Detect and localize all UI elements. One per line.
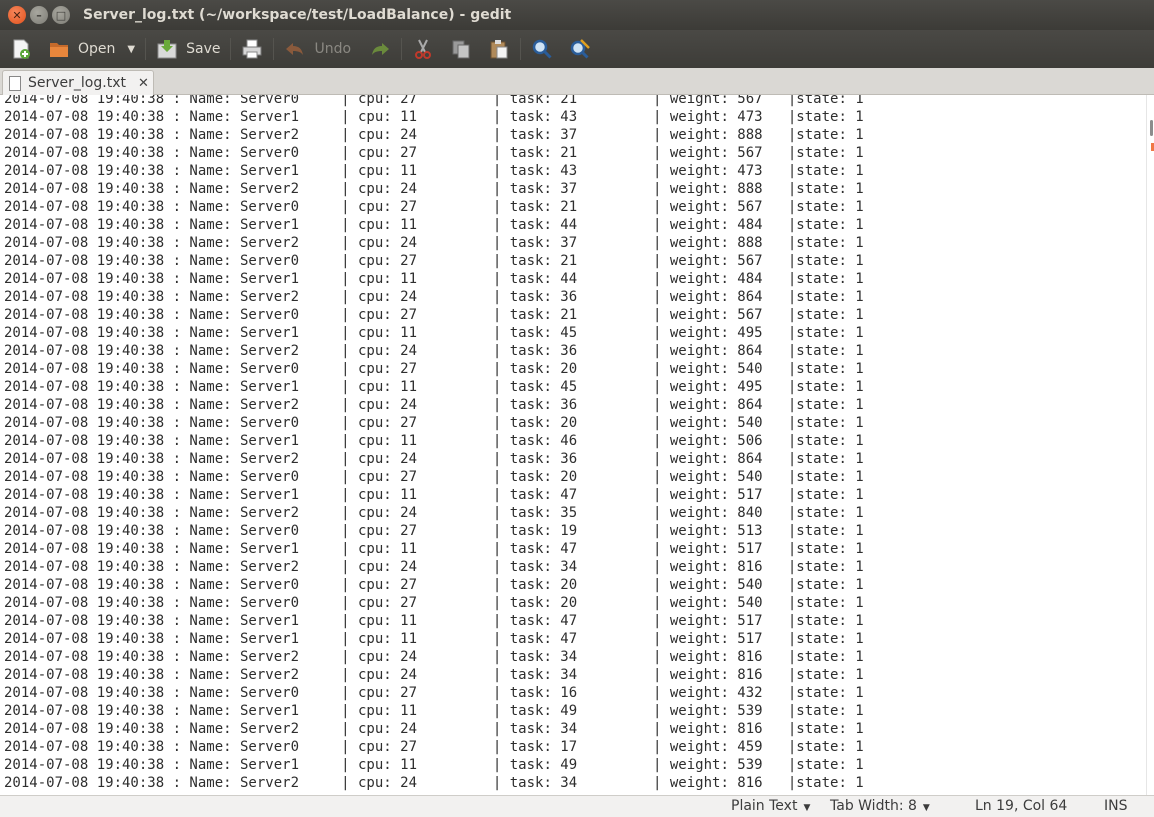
log-line: 2014-07-08 19:40:38 : Name: Server2 | cp… <box>4 343 864 359</box>
redo-button[interactable] <box>365 34 395 64</box>
log-line: 2014-07-08 19:40:38 : Name: Server2 | cp… <box>4 559 864 575</box>
log-line: 2014-07-08 19:40:38 : Name: Server2 | cp… <box>4 505 864 521</box>
text-editor[interactable]: 2014-07-08 19:40:38 : Name: Server0 | cp… <box>0 95 1146 795</box>
redo-icon <box>372 43 390 55</box>
tab-label: Server_log.txt <box>28 75 126 91</box>
toolbar-separator <box>230 38 232 60</box>
new-document-icon <box>13 39 30 59</box>
toolbar-separator <box>401 38 403 60</box>
toolbar-separator <box>520 38 522 60</box>
copy-button[interactable] <box>446 34 476 64</box>
log-line: 2014-07-08 19:40:38 : Name: Server1 | cp… <box>4 271 864 287</box>
cut-icon <box>415 39 432 59</box>
window-controls: ✕ – □ <box>8 6 70 24</box>
tab-width-label: Tab Width: 8 <box>830 798 917 814</box>
new-document-button[interactable] <box>6 34 36 64</box>
log-line: 2014-07-08 19:40:38 : Name: Server0 | cp… <box>4 199 864 215</box>
log-line: 2014-07-08 19:40:38 : Name: Server1 | cp… <box>4 163 864 179</box>
log-line: 2014-07-08 19:40:38 : Name: Server0 | cp… <box>4 145 864 161</box>
log-line: 2014-07-08 19:40:38 : Name: Server2 | cp… <box>4 181 864 197</box>
chevron-down-icon: ▼ <box>922 803 930 813</box>
print-icon <box>242 39 262 59</box>
language-selector[interactable]: Plain Text ▼ <box>731 798 810 814</box>
log-line: 2014-07-08 19:40:38 : Name: Server2 | cp… <box>4 667 864 683</box>
log-line: 2014-07-08 19:40:38 : Name: Server0 | cp… <box>4 523 864 539</box>
close-window-button[interactable]: ✕ <box>8 6 26 24</box>
cursor-position: Ln 19, Col 64 <box>975 798 1068 814</box>
window-title: Server_log.txt (~/workspace/test/LoadBal… <box>83 7 512 23</box>
log-line: 2014-07-08 19:40:38 : Name: Server0 | cp… <box>4 595 864 611</box>
log-line: 2014-07-08 19:40:38 : Name: Server0 | cp… <box>4 685 864 701</box>
tab-width-selector[interactable]: Tab Width: 8 ▼ <box>830 798 930 814</box>
undo-label: Undo <box>314 41 352 57</box>
log-line: 2014-07-08 19:40:38 : Name: Server2 | cp… <box>4 451 864 467</box>
minimize-window-button[interactable]: – <box>30 6 48 24</box>
scrollbar-thumb[interactable] <box>1150 120 1153 136</box>
maximize-window-button[interactable]: □ <box>52 6 70 24</box>
open-button[interactable]: Open <box>44 34 119 64</box>
cut-button[interactable] <box>408 34 438 64</box>
open-label: Open <box>78 41 116 57</box>
minimize-icon: – <box>36 8 42 22</box>
document-tab-bar: Server_log.txt ✕ <box>0 68 1154 95</box>
log-line: 2014-07-08 19:40:38 : Name: Server1 | cp… <box>4 217 864 233</box>
log-line: 2014-07-08 19:40:38 : Name: Server0 | cp… <box>4 415 864 431</box>
chevron-down-icon: ▼ <box>127 43 136 55</box>
open-folder-icon <box>50 43 68 57</box>
log-line: 2014-07-08 19:40:38 : Name: Server2 | cp… <box>4 775 864 791</box>
toolbar-separator <box>145 38 147 60</box>
vertical-scrollbar[interactable] <box>1146 95 1154 795</box>
paste-button[interactable] <box>484 34 514 64</box>
toolbar: Open ▼ Save Undo <box>0 30 1154 68</box>
log-line: 2014-07-08 19:40:38 : Name: Server2 | cp… <box>4 649 864 665</box>
log-line: 2014-07-08 19:40:38 : Name: Server2 | cp… <box>4 721 864 737</box>
log-line: 2014-07-08 19:40:38 : Name: Server1 | cp… <box>4 541 864 557</box>
log-line: 2014-07-08 19:40:38 : Name: Server0 | cp… <box>4 95 864 107</box>
log-line: 2014-07-08 19:40:38 : Name: Server1 | cp… <box>4 433 864 449</box>
log-line: 2014-07-08 19:40:38 : Name: Server1 | cp… <box>4 379 864 395</box>
log-line: 2014-07-08 19:40:38 : Name: Server1 | cp… <box>4 613 864 629</box>
print-button[interactable] <box>237 34 267 64</box>
save-icon <box>157 40 177 59</box>
language-label: Plain Text <box>731 798 798 814</box>
log-line: 2014-07-08 19:40:38 : Name: Server0 | cp… <box>4 469 864 485</box>
undo-button[interactable]: Undo <box>280 34 355 64</box>
find-button[interactable] <box>527 34 557 64</box>
log-line: 2014-07-08 19:40:38 : Name: Server2 | cp… <box>4 127 864 143</box>
save-label: Save <box>186 41 221 57</box>
undo-icon <box>286 43 304 55</box>
log-line: 2014-07-08 19:40:38 : Name: Server2 | cp… <box>4 397 864 413</box>
title-bar: ✕ – □ Server_log.txt (~/workspace/test/L… <box>0 0 1154 30</box>
close-icon: ✕ <box>12 8 22 22</box>
save-button[interactable]: Save <box>152 34 224 64</box>
tab-server-log[interactable]: Server_log.txt ✕ <box>2 70 154 95</box>
log-line: 2014-07-08 19:40:38 : Name: Server1 | cp… <box>4 703 864 719</box>
text-document-icon <box>9 75 21 91</box>
paste-icon <box>490 40 508 59</box>
close-tab-icon[interactable]: ✕ <box>138 76 149 91</box>
log-line: 2014-07-08 19:40:38 : Name: Server1 | cp… <box>4 109 864 125</box>
log-line: 2014-07-08 19:40:38 : Name: Server0 | cp… <box>4 253 864 269</box>
copy-icon <box>452 40 470 59</box>
insert-mode: INS <box>1104 798 1128 814</box>
log-line: 2014-07-08 19:40:38 : Name: Server1 | cp… <box>4 487 864 503</box>
log-line: 2014-07-08 19:40:38 : Name: Server0 | cp… <box>4 739 864 755</box>
log-line: 2014-07-08 19:40:38 : Name: Server1 | cp… <box>4 631 864 647</box>
log-line: 2014-07-08 19:40:38 : Name: Server0 | cp… <box>4 577 864 593</box>
search-icon <box>532 39 552 59</box>
maximize-icon: □ <box>55 8 67 22</box>
open-recent-dropdown[interactable]: ▼ <box>123 34 139 64</box>
status-bar: Plain Text ▼ Tab Width: 8 ▼ Ln 19, Col 64 … <box>0 795 1154 817</box>
editor-text: 2014-07-08 19:40:38 : Name: Server0 | cp… <box>4 95 864 792</box>
toolbar-separator <box>273 38 275 60</box>
log-line: 2014-07-08 19:40:38 : Name: Server1 | cp… <box>4 325 864 341</box>
log-line: 2014-07-08 19:40:38 : Name: Server1 | cp… <box>4 757 864 773</box>
find-replace-button[interactable] <box>565 34 595 64</box>
log-line: 2014-07-08 19:40:38 : Name: Server2 | cp… <box>4 235 864 251</box>
log-line: 2014-07-08 19:40:38 : Name: Server2 | cp… <box>4 289 864 305</box>
log-line: 2014-07-08 19:40:38 : Name: Server0 | cp… <box>4 307 864 323</box>
find-replace-icon <box>570 39 590 59</box>
chevron-down-icon: ▼ <box>803 803 811 813</box>
log-line: 2014-07-08 19:40:38 : Name: Server0 | cp… <box>4 361 864 377</box>
